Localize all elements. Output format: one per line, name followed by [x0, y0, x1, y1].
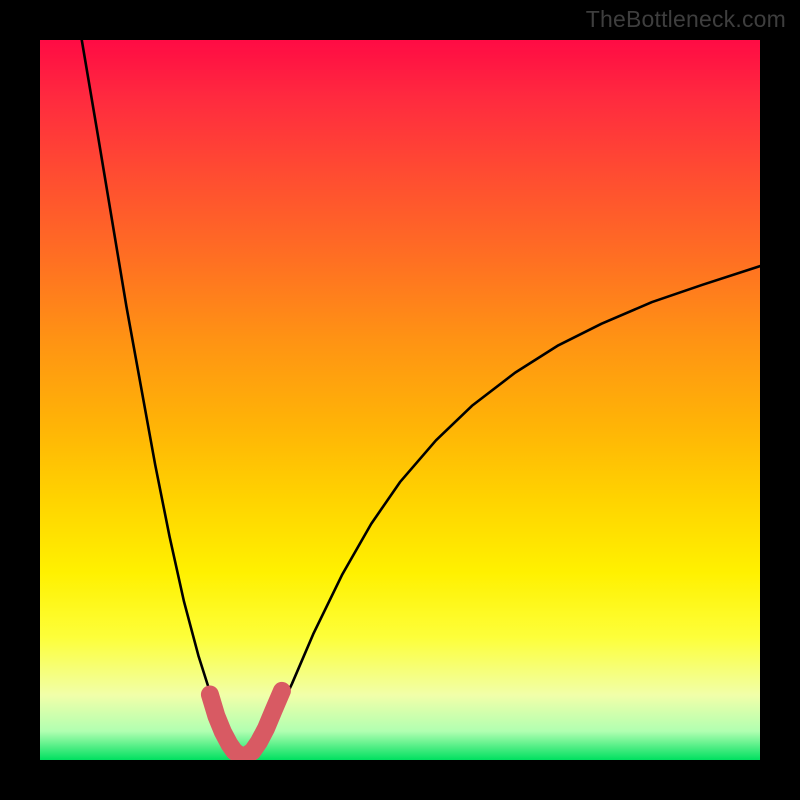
watermark-label: TheBottleneck.com: [586, 6, 786, 33]
series-curve-left: [82, 40, 242, 758]
plot-area: [40, 40, 760, 760]
series-curve-right: [249, 266, 760, 758]
chart-frame: TheBottleneck.com: [0, 0, 800, 800]
curve-canvas: [40, 40, 760, 760]
series-trough-highlight: [210, 691, 282, 756]
